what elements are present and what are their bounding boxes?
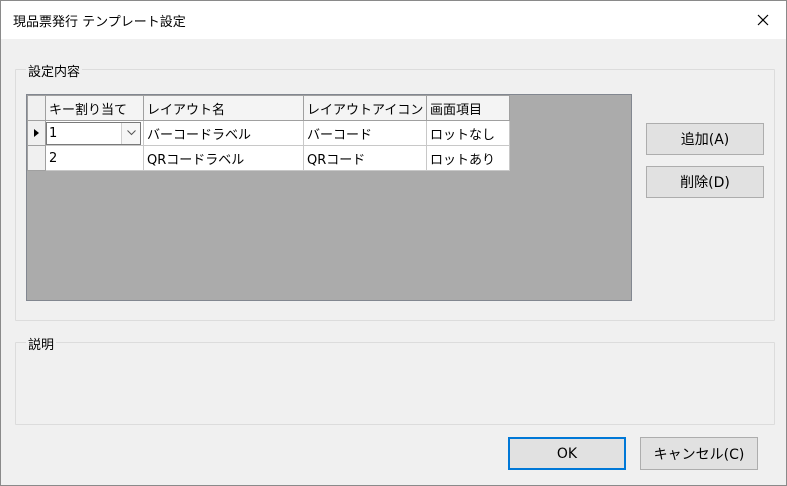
cell-layout-icon[interactable]: バーコード xyxy=(303,120,427,146)
combobox-dropdown-button[interactable] xyxy=(121,122,140,144)
grid-table: キー割り当て レイアウト名 レイアウトアイコン 画面項目 1 バーコードラベル … xyxy=(27,95,510,171)
cell-key[interactable]: 2 xyxy=(45,145,144,171)
table-row[interactable]: 2 QRコードラベル QRコード ロットあり xyxy=(27,145,510,171)
cell-layout-name[interactable]: バーコードラベル xyxy=(143,120,304,146)
title-bar: 現品票発行 テンプレート設定 xyxy=(1,1,786,39)
ok-button[interactable]: OK xyxy=(508,437,626,470)
template-grid[interactable]: キー割り当て レイアウト名 レイアウトアイコン 画面項目 1 バーコードラベル … xyxy=(26,94,632,301)
key-combobox-value: 1 xyxy=(49,125,58,141)
column-header-layout-icon[interactable]: レイアウトアイコン xyxy=(303,95,427,121)
cell-key[interactable]: 1 xyxy=(45,120,144,146)
close-button[interactable] xyxy=(740,1,786,39)
description-group-label: 説明 xyxy=(26,334,57,353)
current-row-arrow-icon xyxy=(34,129,39,137)
settings-group-label: 設定内容 xyxy=(26,61,83,80)
cancel-button[interactable]: キャンセル(C) xyxy=(640,437,758,470)
key-combobox[interactable]: 1 xyxy=(46,121,141,145)
chevron-down-icon xyxy=(126,130,136,136)
table-row[interactable]: 1 バーコードラベル バーコード ロットなし xyxy=(27,120,510,146)
add-button[interactable]: 追加(A) xyxy=(646,123,764,155)
cell-screen-item[interactable]: ロットなし xyxy=(426,120,510,146)
row-header[interactable] xyxy=(27,145,46,171)
grid-corner xyxy=(27,95,46,121)
grid-header-row: キー割り当て レイアウト名 レイアウトアイコン 画面項目 xyxy=(27,95,510,121)
column-header-key[interactable]: キー割り当て xyxy=(45,95,144,121)
dialog-window: 現品票発行 テンプレート設定 設定内容 キー割り当て レイアウト名 レイアウトア… xyxy=(0,0,787,486)
cell-layout-name[interactable]: QRコードラベル xyxy=(143,145,304,171)
cell-layout-icon[interactable]: QRコード xyxy=(303,145,427,171)
column-header-layout-name[interactable]: レイアウト名 xyxy=(143,95,304,121)
column-header-screen-item[interactable]: 画面項目 xyxy=(426,95,510,121)
row-header[interactable] xyxy=(27,120,46,146)
description-groupbox: 説明 xyxy=(15,334,775,425)
delete-button[interactable]: 削除(D) xyxy=(646,166,764,198)
cell-screen-item[interactable]: ロットあり xyxy=(426,145,510,171)
close-icon xyxy=(757,14,769,26)
window-title: 現品票発行 テンプレート設定 xyxy=(13,15,186,30)
